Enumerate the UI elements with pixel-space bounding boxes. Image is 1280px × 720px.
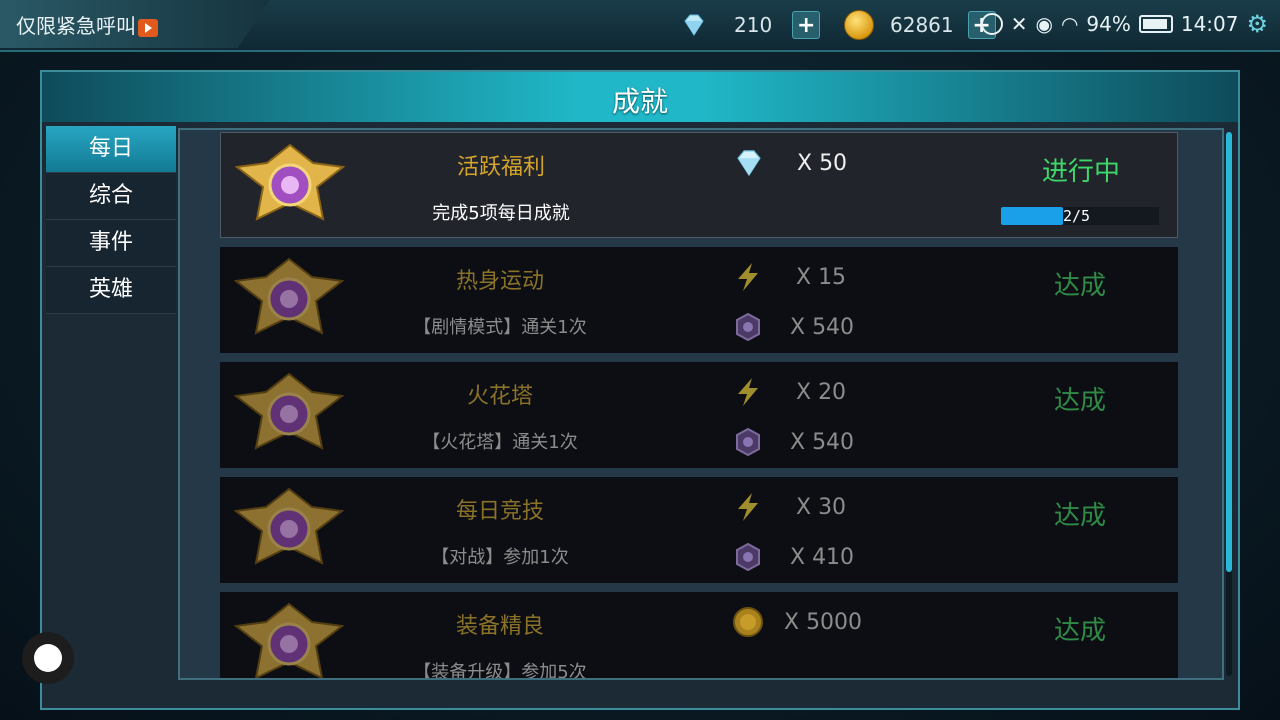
reward-amount: X 50 [797, 150, 848, 176]
reward-item: X 30 [730, 489, 846, 525]
tab-events[interactable]: 事件 [46, 220, 176, 267]
top-bar: 仅限紧急呼叫 210 + 62861 + ✕ ◉ ◠ 94% 14:07 ⚙ [0, 0, 1280, 52]
panel-title-bar: 成就 [42, 72, 1238, 122]
achievement-desc: 【剧情模式】通关1次 [413, 317, 587, 338]
achievement-name: 装备精良 [455, 614, 544, 639]
reward-item: X 540 [730, 309, 854, 345]
achievements-panel: 成就 每日 综合 事件 英雄 活跃福利 完成5项每日成就 X 50 进行中 2/… [40, 70, 1240, 710]
reward-amount: X 540 [790, 429, 855, 455]
lightning-icon [730, 489, 766, 525]
reward-item: X 20 [730, 374, 846, 410]
gem-counter: 210 + [680, 10, 821, 40]
wifi-icon: ◠ [1060, 12, 1079, 36]
lightning-icon [730, 374, 766, 410]
achievement-name: 活跃福利 [456, 155, 545, 180]
achievement-desc: 【对战】参加1次 [431, 547, 569, 568]
gear-icon[interactable]: ⚙ [1246, 10, 1268, 38]
status-badge: 达成 [1053, 501, 1106, 531]
achievement-row[interactable]: 每日竞技 【对战】参加1次 X 30 X 410 达成 [220, 477, 1178, 583]
floating-assistive-button[interactable] [22, 632, 74, 684]
reward-item: X 540 [730, 424, 854, 460]
achievement-name: 每日竞技 [455, 499, 544, 524]
achievement-row[interactable]: 热身运动 【剧情模式】通关1次 X 15 X 540 达成 [220, 247, 1178, 353]
gold-coin-icon [730, 604, 766, 640]
clock: 14:07 [1180, 12, 1239, 36]
reward-amount: X 410 [790, 544, 855, 570]
reward-item: X 50 [731, 145, 847, 181]
medal-icon [234, 257, 344, 335]
tab-heroes[interactable]: 英雄 [46, 267, 176, 314]
reward-item: X 410 [730, 539, 854, 575]
gold-counter: 62861 + [844, 10, 996, 40]
medal-icon [235, 143, 345, 221]
scroll-thumb[interactable] [1226, 132, 1232, 572]
status-badge: 进行中 [1041, 157, 1120, 187]
reward-amount: X 5000 [784, 609, 863, 635]
achievement-row[interactable]: 装备精良 【装备升级】参加5次 X 5000 达成 [220, 592, 1178, 680]
status-badge: 达成 [1053, 271, 1106, 301]
medal-icon [234, 602, 344, 678]
reward-amount: X 15 [796, 264, 847, 290]
panel-title: 成就 [611, 85, 668, 118]
reward-amount: X 30 [796, 494, 847, 520]
diamond-icon [684, 14, 704, 36]
tab-daily[interactable]: 每日 [46, 126, 176, 173]
progress-bar: 2/5 [1001, 207, 1159, 225]
gold-count: 62861 [890, 13, 954, 37]
reward-amount: X 540 [790, 314, 855, 340]
play-icon [138, 18, 158, 37]
achievement-desc: 完成5项每日成就 [432, 203, 570, 224]
gold-coin-icon [844, 10, 874, 40]
reward-amount: X 20 [796, 379, 847, 405]
status-badge: 达成 [1053, 386, 1106, 416]
progress-text: 2/5 [1063, 207, 1091, 225]
category-tabs: 每日 综合 事件 英雄 [46, 126, 176, 314]
medal-icon [234, 372, 344, 450]
achievement-name: 热身运动 [455, 269, 544, 294]
mute-icon: ✕ [1010, 12, 1028, 36]
gem-count: 210 [734, 13, 773, 37]
progress-fill [1001, 207, 1063, 225]
emergency-call-label: 仅限紧急呼叫 [16, 10, 158, 39]
eye-icon: ◉ [1035, 12, 1053, 36]
battery-percent: 94% [1086, 12, 1131, 36]
diamond-icon [731, 145, 767, 181]
vibrate-icon [980, 13, 1003, 35]
purple-token-icon [730, 309, 766, 345]
reward-item: X 15 [730, 259, 846, 295]
achievement-desc: 【装备升级】参加5次 [413, 662, 587, 680]
medal-icon [234, 487, 344, 565]
achievement-desc: 【火花塔】通关1次 [422, 432, 578, 453]
assistive-dot [34, 644, 62, 672]
reward-item: X 5000 [730, 604, 862, 640]
purple-token-icon [730, 539, 766, 575]
tab-general[interactable]: 综合 [46, 173, 176, 220]
achievement-list[interactable]: 活跃福利 完成5项每日成就 X 50 进行中 2/5 热身运动 【剧情模式】通关… [178, 128, 1224, 680]
lightning-icon [730, 259, 766, 295]
status-badge: 达成 [1053, 616, 1106, 646]
battery-icon [1138, 15, 1173, 33]
achievement-name: 火花塔 [466, 384, 533, 409]
scrollbar[interactable] [1226, 132, 1232, 676]
system-status: ✕ ◉ ◠ 94% 14:07 ⚙ [980, 10, 1268, 38]
purple-token-icon [730, 424, 766, 460]
achievement-row[interactable]: 活跃福利 完成5项每日成就 X 50 进行中 2/5 [220, 132, 1178, 238]
add-gems-button[interactable]: + [792, 11, 821, 39]
achievement-row[interactable]: 火花塔 【火花塔】通关1次 X 20 X 540 达成 [220, 362, 1178, 468]
